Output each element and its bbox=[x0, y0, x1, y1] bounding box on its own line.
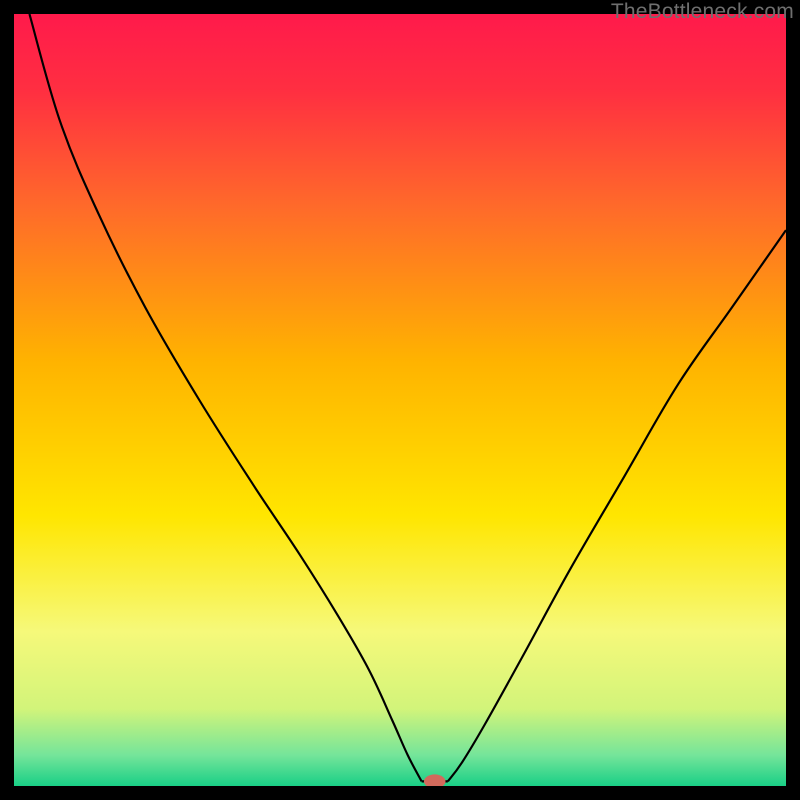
chart-frame bbox=[14, 14, 786, 786]
watermark-text: TheBottleneck.com bbox=[611, 0, 794, 24]
bottleneck-chart bbox=[14, 14, 786, 786]
gradient-background bbox=[14, 14, 786, 786]
